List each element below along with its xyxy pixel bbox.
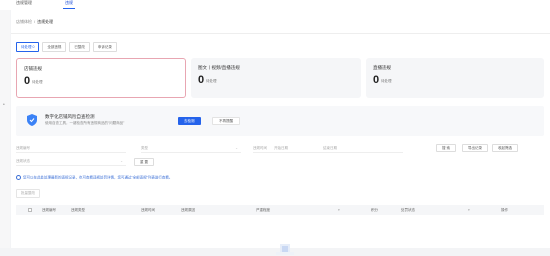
left-rail: • — [0, 10, 10, 248]
th-penalty-status: 处罚状态 — [401, 208, 415, 212]
card-sub: 待处理 — [206, 79, 217, 83]
breadcrumb-current: 违规处理 — [37, 19, 54, 24]
card-title: 店铺违规 — [24, 66, 42, 71]
card-sub: 待处理 — [32, 80, 43, 84]
card-value: 0 — [198, 74, 205, 86]
filter-icon[interactable]: ▾ — [468, 208, 470, 212]
card-sub: 待处理 — [381, 79, 392, 83]
top-nav: 违规管理 违规 — [0, 0, 550, 10]
th-violation-time: 违规时间 — [141, 208, 155, 212]
notice-text: 您可以在此处处理最新的违规记录，也可查看违规处罚详情，您可通过“全部违规”列表进… — [23, 175, 173, 180]
violation-id-field[interactable]: 违规编号 — [16, 143, 126, 153]
field-label: 类型 — [141, 146, 148, 150]
th-points: 积分 — [371, 208, 378, 212]
empty-state-illustration — [276, 244, 294, 255]
top-tab-violation-manage[interactable]: 违规管理 — [16, 0, 32, 6]
banner-description: 使用自查工具，一键检查所有违规商品的“问题商品” — [45, 121, 125, 125]
breadcrumb: 店铺体检 / 违规处理 — [16, 19, 53, 25]
main-panel: 店铺体检 / 违规处理 待处理 0 全部违规 已整改 申诉记录 店铺违规 0 待处理… — [11, 10, 550, 255]
export-records-button[interactable]: 导出记录 — [462, 144, 488, 152]
th-severity-label: 严重程度 — [256, 208, 270, 212]
chevron-down-icon: ⌄ — [120, 159, 123, 163]
field-label: 违规状态 — [16, 159, 30, 163]
card-value: 0 — [24, 75, 31, 87]
type-select[interactable]: 类型 ⌄ — [141, 143, 241, 153]
sub-tabs: 待处理 0 全部违规 已整改 申诉记录 — [16, 42, 117, 52]
field-label: 违规时间 — [253, 146, 267, 150]
end-date-placeholder: 结束日期 — [322, 146, 337, 150]
tab-appeal-records[interactable]: 申诉记录 — [92, 42, 117, 52]
tab-rectified[interactable]: 已整改 — [69, 42, 90, 52]
self-check-banner: 数字化店铺风险自查检测 使用自查工具，一键检查所有违规商品的“问题商品” 去检测… — [16, 106, 544, 136]
tab-all-violations[interactable]: 全部违规 — [42, 42, 67, 52]
info-notice: 您可以在此处处理最新的违规记录，也可查看违规处罚详情，您可通过“全部违规”列表进… — [16, 175, 172, 180]
shield-icon — [27, 114, 37, 126]
card-title: 图文丨视频/直播违规 — [198, 65, 240, 70]
top-tab-violation[interactable]: 违规 — [65, 0, 73, 6]
chevron-down-icon: ⌄ — [235, 146, 238, 150]
collapse-filters-button[interactable]: 收起筛选 — [492, 144, 518, 152]
card-value: 0 — [373, 74, 380, 86]
card-title: 直播违规 — [373, 65, 391, 70]
info-icon — [16, 175, 21, 180]
batch-rectify-button[interactable]: 批量整改 — [16, 189, 40, 198]
violation-time-range[interactable]: 违规时间 开始日期 结束日期 — [253, 143, 403, 153]
table-header: 违规编号 违规类型 违规时间 违规原因 严重程度 ▾ 积分 处罚状态 ▾ 操作 — [16, 205, 544, 215]
card-live-violation[interactable]: 直播违规 0 待处理 — [366, 58, 544, 98]
card-store-violation[interactable]: 店铺违规 0 待处理 — [16, 58, 186, 98]
th-violation-type: 违规类型 — [71, 208, 85, 212]
active-tab-indicator — [63, 8, 75, 9]
filter-bar: 违规编号 类型 ⌄ 违规时间 开始日期 结束日期 搜 索 导出记录 收起筛选 违规… — [16, 141, 544, 167]
violation-status-select[interactable]: 违规状态 ⌄ — [16, 156, 126, 166]
breadcrumb-separator: / — [34, 19, 36, 24]
reset-button[interactable]: 重 置 — [134, 158, 154, 166]
dismiss-button[interactable]: 不再提醒 — [212, 117, 240, 125]
field-label: 违规编号 — [16, 146, 30, 150]
th-severity: 严重程度 — [256, 208, 270, 213]
tab-pending[interactable]: 待处理 0 — [16, 42, 40, 52]
filter-icon[interactable]: ▾ — [338, 208, 340, 212]
left-rail-marker: • — [3, 102, 5, 108]
th-actions: 操作 — [501, 208, 508, 212]
select-all-checkbox[interactable] — [28, 208, 32, 212]
th-violation-id: 违规编号 — [42, 208, 56, 212]
breadcrumb-parent[interactable]: 店铺体检 — [16, 19, 32, 24]
th-violation-reason: 违规原因 — [181, 208, 195, 212]
start-date-placeholder: 开始日期 — [273, 146, 288, 150]
banner-title: 数字化店铺风险自查检测 — [45, 114, 95, 119]
divider — [11, 33, 550, 34]
search-button[interactable]: 搜 索 — [436, 144, 456, 152]
card-content-violation[interactable]: 图文丨视频/直播违规 0 待处理 — [191, 58, 361, 98]
start-check-button[interactable]: 去检测 — [178, 117, 201, 125]
